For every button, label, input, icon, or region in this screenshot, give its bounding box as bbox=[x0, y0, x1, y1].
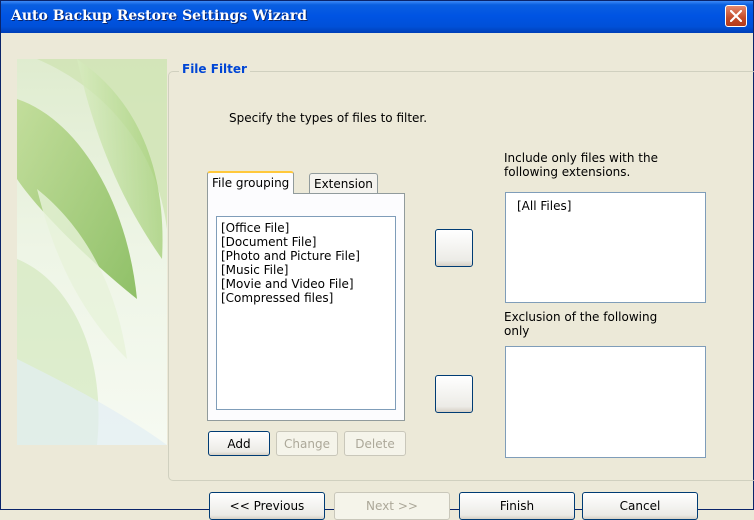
previous-button[interactable]: << Previous bbox=[209, 492, 325, 520]
exclude-label-line2: only bbox=[504, 324, 530, 338]
list-item[interactable]: [All Files] bbox=[517, 199, 705, 213]
add-to-include-button[interactable] bbox=[435, 229, 473, 267]
list-item[interactable]: [Compressed files] bbox=[221, 291, 395, 305]
exclude-label-line1: Exclusion of the following bbox=[504, 310, 658, 324]
add-button[interactable]: Add bbox=[208, 431, 270, 456]
include-label-line2: following extensions. bbox=[504, 165, 631, 179]
exclude-extensions-list[interactable] bbox=[505, 346, 706, 458]
file-group-list[interactable]: [Office File] [Document File] [Photo and… bbox=[216, 216, 396, 410]
include-extensions-list[interactable]: [All Files] bbox=[505, 192, 706, 303]
instructions-label: Specify the types of files to filter. bbox=[229, 111, 428, 125]
side-decoration-image bbox=[17, 59, 167, 445]
add-to-exclude-button[interactable] bbox=[435, 375, 473, 413]
list-item[interactable]: [Music File] bbox=[221, 263, 395, 277]
tab-extension[interactable]: Extension bbox=[309, 173, 378, 195]
close-button[interactable] bbox=[725, 5, 747, 27]
finish-button[interactable]: Finish bbox=[459, 492, 575, 520]
delete-button[interactable]: Delete bbox=[344, 431, 406, 456]
tab-file-grouping[interactable]: File grouping bbox=[207, 171, 295, 194]
next-button[interactable]: Next >> bbox=[334, 492, 450, 520]
wizard-body: File Filter Specify the types of files t… bbox=[7, 37, 754, 520]
title-bar[interactable]: Auto Backup Restore Settings Wizard bbox=[1, 1, 753, 33]
wizard-window: Auto Backup Restore Settings Wizard File… bbox=[0, 0, 754, 520]
list-item[interactable]: [Office File] bbox=[221, 221, 395, 235]
list-item[interactable]: [Photo and Picture File] bbox=[221, 249, 395, 263]
include-label-line1: Include only files with the bbox=[504, 151, 659, 165]
list-item[interactable]: [Movie and Video File] bbox=[221, 277, 395, 291]
cancel-button[interactable]: Cancel bbox=[582, 492, 698, 520]
close-icon bbox=[730, 10, 742, 22]
change-button[interactable]: Change bbox=[276, 431, 338, 456]
list-item[interactable]: [Document File] bbox=[221, 235, 395, 249]
group-title: File Filter bbox=[179, 62, 250, 76]
window-title: Auto Backup Restore Settings Wizard bbox=[11, 8, 308, 24]
